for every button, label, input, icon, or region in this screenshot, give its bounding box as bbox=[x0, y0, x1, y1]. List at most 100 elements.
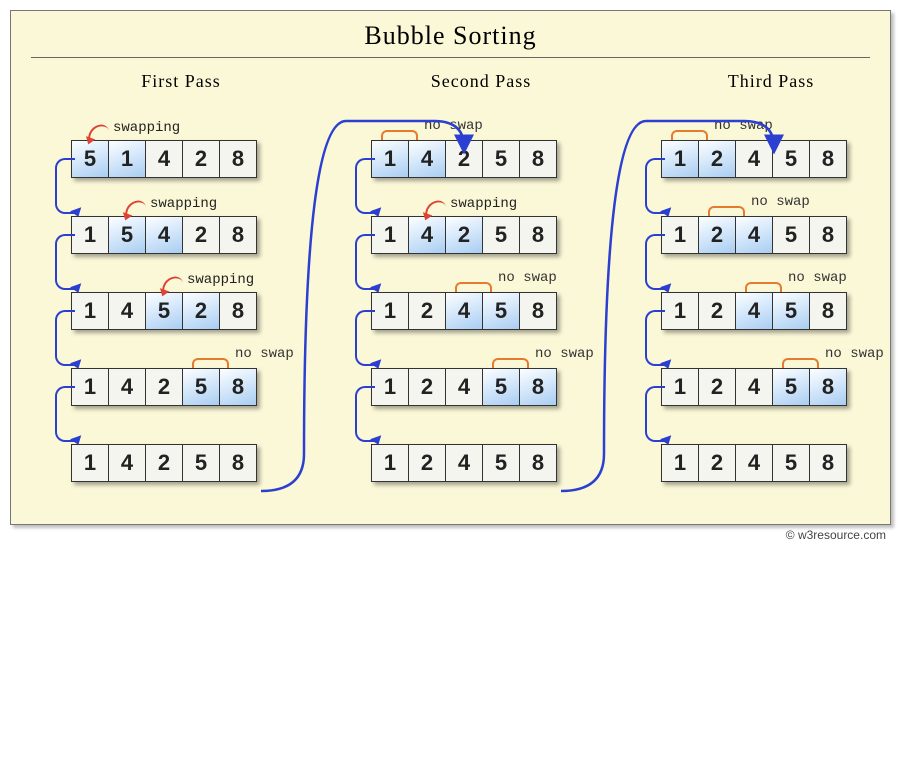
array-boxes: 12458 bbox=[371, 368, 557, 406]
noswap-label: no swap bbox=[535, 346, 594, 362]
array-cell: 2 bbox=[146, 369, 182, 405]
step-row: 12458no swap bbox=[631, 274, 901, 350]
array-cell: 5 bbox=[483, 217, 519, 253]
array-cell: 5 bbox=[773, 293, 809, 329]
pass-title: First Pass bbox=[41, 71, 321, 92]
columns-container: First Pass51428swapping15428swapping1452… bbox=[11, 71, 890, 524]
array-cell: 5 bbox=[109, 217, 145, 253]
noswap-label: no swap bbox=[235, 346, 294, 362]
step-row: 14258no swap bbox=[41, 350, 321, 426]
step-row: 14258 bbox=[41, 426, 321, 502]
swap-label: swapping bbox=[150, 196, 217, 212]
array-cell: 5 bbox=[72, 141, 108, 177]
array-cell: 4 bbox=[446, 445, 482, 481]
array-cell: 2 bbox=[409, 293, 445, 329]
noswap-bracket-icon bbox=[782, 358, 819, 368]
array-cell: 8 bbox=[220, 293, 256, 329]
array-cell: 5 bbox=[183, 369, 219, 405]
pass-column: Third Pass12458no swap12458no swap12458n… bbox=[631, 71, 901, 502]
noswap-label: no swap bbox=[825, 346, 884, 362]
step-row: 12458no swap bbox=[631, 122, 901, 198]
noswap-bracket-icon bbox=[708, 206, 745, 216]
array-cell: 4 bbox=[736, 293, 772, 329]
noswap-bracket-icon bbox=[455, 282, 492, 292]
step-row: 12458no swap bbox=[631, 198, 901, 274]
swap-arrow-icon bbox=[123, 199, 147, 217]
pass-title: Third Pass bbox=[631, 71, 901, 92]
array-cell: 5 bbox=[483, 445, 519, 481]
array-boxes: 14528 bbox=[71, 292, 257, 330]
array-cell: 2 bbox=[699, 141, 735, 177]
array-cell: 1 bbox=[662, 141, 698, 177]
array-cell: 1 bbox=[662, 217, 698, 253]
noswap-bracket-icon bbox=[492, 358, 529, 368]
array-cell: 8 bbox=[810, 217, 846, 253]
array-boxes: 51428 bbox=[71, 140, 257, 178]
noswap-bracket-icon bbox=[745, 282, 782, 292]
array-cell: 4 bbox=[109, 369, 145, 405]
array-cell: 1 bbox=[372, 293, 408, 329]
array-cell: 8 bbox=[810, 445, 846, 481]
credit-text: © w3resource.com bbox=[786, 528, 886, 542]
array-cell: 5 bbox=[183, 445, 219, 481]
array-cell: 4 bbox=[736, 217, 772, 253]
array-cell: 2 bbox=[183, 217, 219, 253]
swap-arrow-icon bbox=[86, 123, 110, 141]
array-cell: 4 bbox=[736, 141, 772, 177]
array-cell: 5 bbox=[773, 141, 809, 177]
array-cell: 8 bbox=[220, 369, 256, 405]
array-cell: 1 bbox=[72, 217, 108, 253]
array-cell: 8 bbox=[810, 141, 846, 177]
array-boxes: 12458 bbox=[661, 216, 847, 254]
title-rule bbox=[31, 57, 870, 58]
step-row: 12458 bbox=[341, 426, 621, 502]
pass-title: Second Pass bbox=[341, 71, 621, 92]
array-boxes: 12458 bbox=[661, 444, 847, 482]
step-row: 12458no swap bbox=[341, 350, 621, 426]
step-row: 12458no swap bbox=[631, 350, 901, 426]
array-boxes: 12458 bbox=[661, 140, 847, 178]
array-cell: 1 bbox=[372, 445, 408, 481]
array-boxes: 12458 bbox=[371, 292, 557, 330]
array-boxes: 12458 bbox=[371, 444, 557, 482]
array-cell: 2 bbox=[409, 445, 445, 481]
step-row: 14258swapping bbox=[341, 198, 621, 274]
array-boxes: 12458 bbox=[661, 292, 847, 330]
array-cell: 5 bbox=[773, 445, 809, 481]
array-cell: 2 bbox=[146, 445, 182, 481]
array-cell: 4 bbox=[146, 141, 182, 177]
array-boxes: 15428 bbox=[71, 216, 257, 254]
array-cell: 4 bbox=[736, 445, 772, 481]
array-cell: 1 bbox=[72, 369, 108, 405]
array-cell: 2 bbox=[699, 445, 735, 481]
noswap-bracket-icon bbox=[671, 130, 708, 140]
step-row: 14258no swap bbox=[341, 122, 621, 198]
array-cell: 1 bbox=[662, 369, 698, 405]
array-cell: 5 bbox=[483, 369, 519, 405]
array-cell: 4 bbox=[109, 445, 145, 481]
array-cell: 8 bbox=[520, 369, 556, 405]
array-cell: 1 bbox=[72, 293, 108, 329]
array-cell: 8 bbox=[520, 141, 556, 177]
array-cell: 8 bbox=[220, 445, 256, 481]
array-cell: 8 bbox=[520, 217, 556, 253]
array-cell: 2 bbox=[409, 369, 445, 405]
array-cell: 4 bbox=[409, 141, 445, 177]
array-cell: 2 bbox=[446, 141, 482, 177]
array-boxes: 12458 bbox=[661, 368, 847, 406]
array-cell: 5 bbox=[773, 369, 809, 405]
step-row: 15428 swapping bbox=[41, 198, 321, 274]
array-cell: 4 bbox=[446, 369, 482, 405]
array-boxes: 14258 bbox=[371, 216, 557, 254]
array-cell: 1 bbox=[372, 141, 408, 177]
array-cell: 4 bbox=[409, 217, 445, 253]
pass-column: First Pass51428swapping15428swapping1452… bbox=[41, 71, 321, 502]
swap-label: swapping bbox=[113, 120, 180, 136]
array-cell: 5 bbox=[483, 293, 519, 329]
array-cell: 4 bbox=[109, 293, 145, 329]
array-cell: 1 bbox=[372, 217, 408, 253]
pass-column: Second Pass14258no swap14258swapping1245… bbox=[341, 71, 621, 502]
array-cell: 2 bbox=[446, 217, 482, 253]
noswap-bracket-icon bbox=[381, 130, 418, 140]
array-cell: 5 bbox=[146, 293, 182, 329]
